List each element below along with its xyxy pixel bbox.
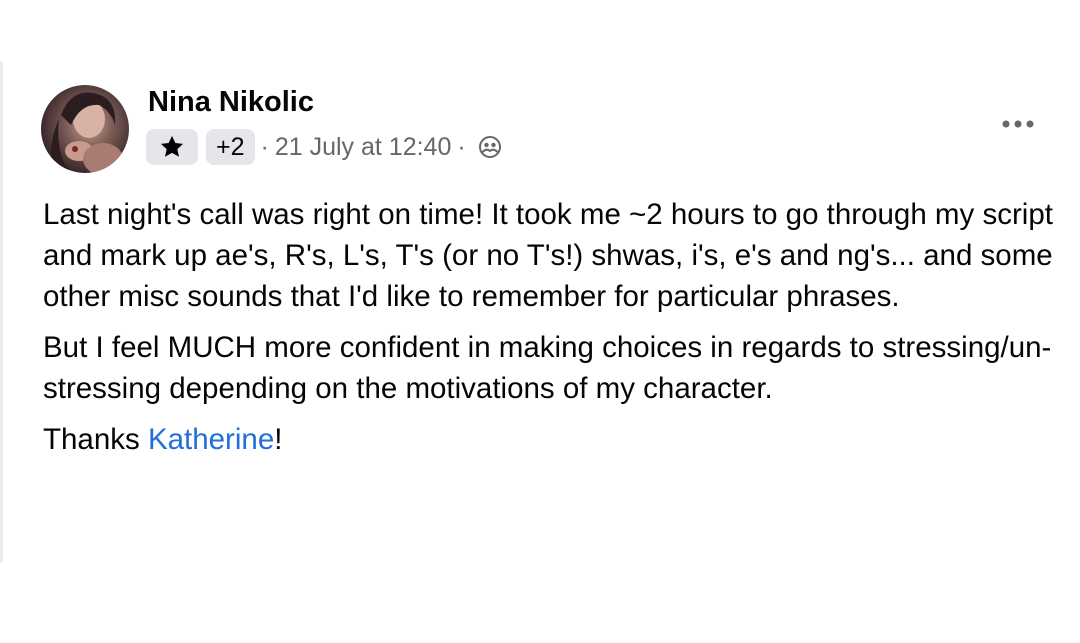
friends-audience-icon[interactable]	[478, 135, 502, 159]
post-paragraph: Last night's call was right on time! It …	[43, 198, 1053, 313]
thanks-exclamation: !	[274, 423, 283, 456]
avatar-photo	[51, 92, 123, 173]
post-timestamp[interactable]: 21 July at 12:40	[275, 133, 452, 162]
thanks-text: Thanks	[43, 423, 148, 456]
more-badges-count[interactable]: +2	[206, 129, 255, 165]
more-options-icon	[1002, 120, 1034, 128]
mention-link[interactable]: Katherine	[148, 423, 274, 456]
post-meta: +2 · 21 July at 12:40 ·	[146, 128, 502, 166]
post-paragraph: But I feel MUCH more confident in making…	[43, 331, 1052, 405]
author-name[interactable]: Nina Nikolic	[148, 86, 314, 119]
more-options-button[interactable]	[998, 112, 1038, 136]
star-icon	[160, 135, 184, 157]
author-avatar[interactable]	[41, 85, 129, 173]
top-contributor-badge[interactable]	[146, 129, 198, 165]
meta-separator: ·	[260, 132, 269, 161]
meta-separator: ·	[457, 132, 466, 161]
post-body: Last night's call was right on time! It …	[43, 194, 1068, 470]
post-paragraph-thanks: Thanks Katherine!	[43, 419, 1068, 460]
post-card: Nina Nikolic +2 · 21 July at 12:40 · Las…	[0, 62, 1080, 562]
